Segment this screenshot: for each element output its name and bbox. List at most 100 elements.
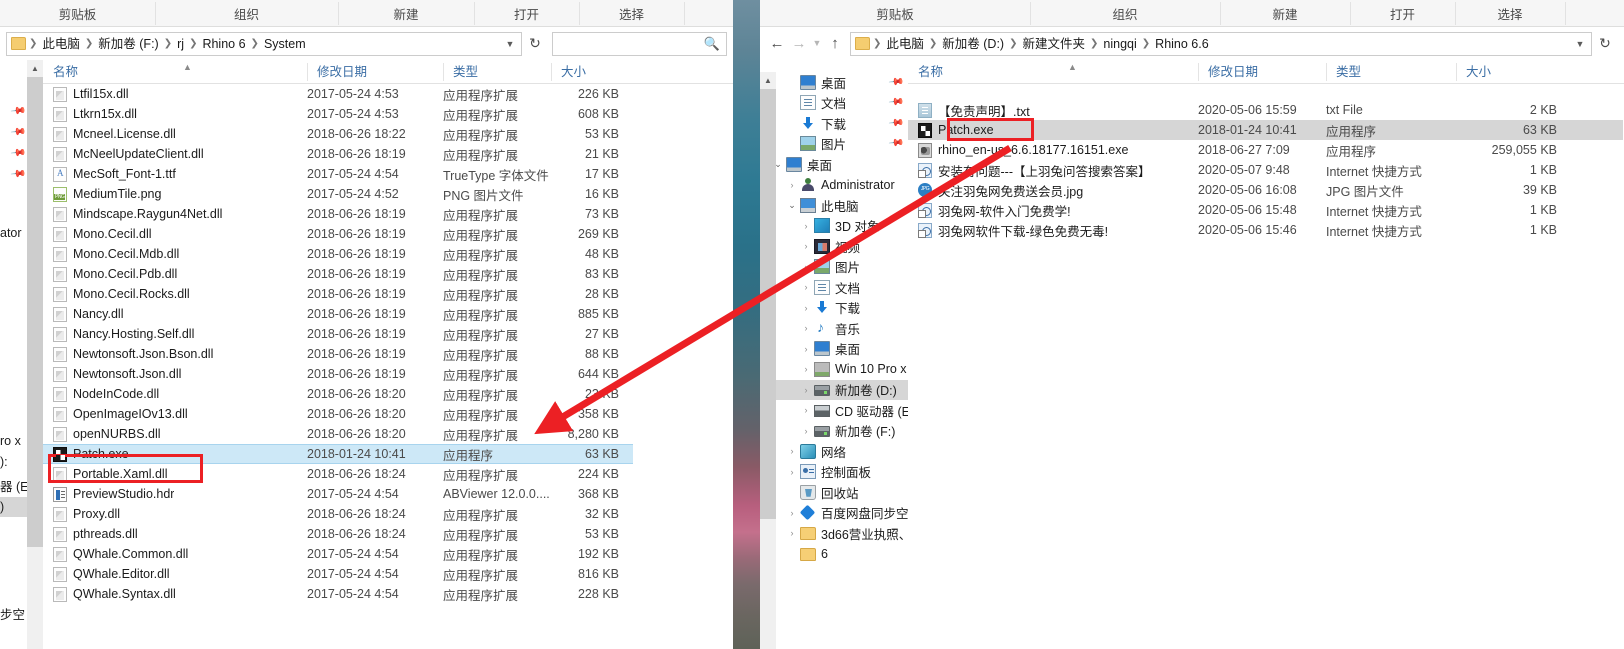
file-name-cell[interactable]: PreviewStudio.hdr bbox=[43, 486, 307, 502]
chevron-right-icon[interactable]: › bbox=[798, 241, 814, 251]
table-row[interactable]: 安装有问题---【上羽兔问答搜索答案】 2020-05-07 9:48 Intern… bbox=[908, 160, 1623, 180]
breadcrumb-item-4[interactable]: System bbox=[260, 34, 310, 54]
table-row[interactable]: Nancy.dll 2018-06-26 18:19 应用程序扩展 885 KB bbox=[43, 304, 633, 324]
pin-icon[interactable]: 📌 bbox=[887, 74, 904, 90]
file-name-cell[interactable]: Patch.exe bbox=[908, 122, 1198, 138]
chevron-right-icon[interactable]: › bbox=[798, 426, 814, 436]
nav-item-新加卷 (F:)[interactable]: › 新加卷 (F:) bbox=[770, 421, 908, 442]
file-name-cell[interactable]: MecSoft_Font-1.ttf bbox=[43, 166, 307, 182]
right-nav-scrollbar[interactable]: ▲ bbox=[760, 72, 776, 649]
file-name-cell[interactable]: Newtonsoft.Json.dll bbox=[43, 366, 307, 382]
chevron-right-icon[interactable]: › bbox=[798, 303, 814, 313]
file-name-cell[interactable]: NodeInCode.dll bbox=[43, 386, 307, 402]
table-row[interactable]: Proxy.dll 2018-06-26 18:24 应用程序扩展 32 KB bbox=[43, 504, 633, 524]
nav-item-下载[interactable]: 下载 📌 bbox=[770, 113, 908, 134]
table-row[interactable]: Patch.exe 2018-01-24 10:41 应用程序 63 KB bbox=[43, 444, 633, 464]
nav-item-下载[interactable]: › 下载 bbox=[770, 298, 908, 319]
nav-item-Win 10 Pro x[interactable]: › Win 10 Pro x bbox=[770, 359, 908, 380]
ribbon-group-clipboard[interactable]: 剪贴板 bbox=[0, 0, 155, 27]
file-name-cell[interactable]: Nancy.dll bbox=[43, 306, 307, 322]
pin-icon[interactable]: 📌 bbox=[10, 166, 27, 182]
chevron-down-icon[interactable]: ▼ bbox=[501, 39, 519, 49]
file-name-cell[interactable]: rhino_en-us_6.6.18177.16151.exe bbox=[908, 142, 1198, 158]
table-row[interactable]: 【免责声明】.txt 2020-05-06 15:59 txt File 2 KB bbox=[908, 100, 1623, 120]
pin-icon[interactable]: 📌 bbox=[10, 103, 27, 119]
breadcrumb-item-2[interactable]: 新建文件夹 bbox=[1019, 34, 1090, 54]
up-button[interactable]: ↑ bbox=[824, 32, 846, 56]
table-row[interactable]: QWhale.Editor.dll 2017-05-24 4:54 应用程序扩展 81… bbox=[43, 564, 633, 584]
chevron-right-icon[interactable]: › bbox=[798, 364, 814, 374]
table-row[interactable]: QWhale.Common.dll 2017-05-24 4:54 应用程序扩展 19… bbox=[43, 544, 633, 564]
chevron-down-icon[interactable]: ▼ bbox=[1571, 39, 1589, 49]
scrollbar-thumb[interactable] bbox=[27, 77, 43, 547]
chevron-right-icon[interactable]: › bbox=[798, 405, 814, 415]
file-name-cell[interactable]: Mono.Cecil.Pdb.dll bbox=[43, 266, 307, 282]
file-name-cell[interactable]: Newtonsoft.Json.Bson.dll bbox=[43, 346, 307, 362]
file-name-cell[interactable]: Patch.exe bbox=[43, 446, 307, 462]
back-button[interactable]: ← bbox=[766, 32, 788, 56]
pin-icon[interactable]: 📌 bbox=[887, 115, 904, 131]
chevron-right-icon[interactable]: › bbox=[798, 221, 814, 231]
table-row[interactable]: openNURBS.dll 2018-06-26 18:20 应用程序扩展 8,280… bbox=[43, 424, 633, 444]
file-name-cell[interactable]: QWhale.Syntax.dll bbox=[43, 586, 307, 602]
file-name-cell[interactable]: QWhale.Common.dll bbox=[43, 546, 307, 562]
table-row[interactable]: NodeInCode.dll 2018-06-26 18:20 应用程序扩展 23 K… bbox=[43, 384, 633, 404]
right-breadcrumb[interactable]: ❯ 此电脑 ❯ 新加卷 (D:) ❯ 新建文件夹 ❯ ningqi ❯ Rhin… bbox=[850, 31, 1592, 56]
file-name-cell[interactable]: Mindscape.Raygun4Net.dll bbox=[43, 206, 307, 222]
nav-item-视频[interactable]: › 视频 bbox=[770, 236, 908, 257]
table-row[interactable]: Mcneel.License.dll 2018-06-26 18:22 应用程序扩展… bbox=[43, 124, 633, 144]
file-name-cell[interactable]: 关注羽兔网免费送会员.jpg bbox=[908, 181, 1198, 200]
nav-item-桌面[interactable]: ⌄ 桌面 bbox=[770, 154, 908, 175]
chevron-right-icon[interactable]: › bbox=[784, 508, 800, 518]
file-name-cell[interactable]: Portable.Xaml.dll bbox=[43, 466, 307, 482]
scroll-up-icon[interactable]: ▲ bbox=[27, 60, 43, 77]
chevron-right-icon[interactable]: › bbox=[784, 528, 800, 538]
file-name-cell[interactable]: Nancy.Hosting.Self.dll bbox=[43, 326, 307, 342]
scrollbar-thumb[interactable] bbox=[760, 89, 776, 519]
ribbon-group-open[interactable]: 打开 bbox=[474, 0, 579, 27]
pin-icon[interactable]: 📌 bbox=[10, 145, 27, 161]
table-row[interactable]: Ltkrn15x.dll 2017-05-24 4:53 应用程序扩展 608 KB bbox=[43, 104, 633, 124]
breadcrumb-item-3[interactable]: ningqi bbox=[1099, 34, 1140, 54]
pin-icon[interactable]: 📌 bbox=[887, 136, 904, 152]
file-name-cell[interactable]: QWhale.Editor.dll bbox=[43, 566, 307, 582]
table-row[interactable]: Mono.Cecil.Rocks.dll 2018-06-26 18:19 应用程序… bbox=[43, 284, 633, 304]
clipped-nav-label[interactable]: 步空 bbox=[0, 604, 25, 623]
file-name-cell[interactable]: Ltfil15x.dll bbox=[43, 86, 307, 102]
nav-item-3D 对象[interactable]: › 3D 对象 bbox=[770, 216, 908, 237]
table-row[interactable]: Ltfil15x.dll 2017-05-24 4:53 应用程序扩展 226 KB bbox=[43, 84, 633, 104]
nav-item-网络[interactable]: › 网络 bbox=[770, 441, 908, 462]
table-row[interactable]: Mono.Cecil.Mdb.dll 2018-06-26 18:19 应用程序扩展… bbox=[43, 244, 633, 264]
table-row[interactable]: MediumTile.png 2017-05-24 4:52 PNG 图片文件 16 … bbox=[43, 184, 633, 204]
table-row[interactable]: 关注羽兔网免费送会员.jpg 2020-05-06 16:08 JPG 图片文件 39… bbox=[908, 180, 1623, 200]
nav-item-文档[interactable]: › 文档 bbox=[770, 277, 908, 298]
nav-item-新加卷 (D:)[interactable]: › 新加卷 (D:) bbox=[770, 379, 908, 400]
ribbon-group-new[interactable]: 新建 bbox=[338, 0, 474, 27]
table-row[interactable]: OpenImageIOv13.dll 2018-06-26 18:20 应用程序扩展… bbox=[43, 404, 633, 424]
column-header-size[interactable]: 大小 bbox=[1456, 60, 1576, 84]
table-row[interactable]: Nancy.Hosting.Self.dll 2018-06-26 18:19 应用… bbox=[43, 324, 633, 344]
file-name-cell[interactable]: OpenImageIOv13.dll bbox=[43, 406, 307, 422]
breadcrumb-item-3[interactable]: Rhino 6 bbox=[198, 34, 249, 54]
table-row[interactable]: Portable.Xaml.dll 2018-06-26 18:24 应用程序扩展 2… bbox=[43, 464, 633, 484]
clipped-nav-label[interactable]: ator bbox=[0, 226, 22, 240]
file-name-cell[interactable]: Mcneel.License.dll bbox=[43, 126, 307, 142]
table-row[interactable]: PreviewStudio.hdr 2017-05-24 4:54 ABViewer… bbox=[43, 484, 633, 504]
ribbon-group-organize[interactable]: 组织 bbox=[1030, 0, 1220, 27]
breadcrumb-item-1[interactable]: 新加卷 (D:) bbox=[938, 34, 1008, 54]
ribbon-group-select[interactable]: 选择 bbox=[579, 0, 684, 27]
chevron-right-icon[interactable]: › bbox=[798, 262, 814, 272]
refresh-button[interactable]: ↻ bbox=[1592, 35, 1618, 52]
file-name-cell[interactable]: Mono.Cecil.Rocks.dll bbox=[43, 286, 307, 302]
ribbon-group-open[interactable]: 打开 bbox=[1350, 0, 1455, 27]
table-row[interactable]: 羽兔网-软件入门免费学! 2020-05-06 15:48 Internet 快捷方… bbox=[908, 200, 1623, 220]
column-header-type[interactable]: 类型 bbox=[443, 60, 551, 84]
nav-item-回收站[interactable]: 回收站 bbox=[770, 482, 908, 503]
column-header-date[interactable]: 修改日期 bbox=[307, 60, 443, 84]
chevron-down-icon[interactable]: ⌄ bbox=[784, 200, 800, 211]
clipped-nav-label[interactable]: ro x bbox=[0, 434, 21, 448]
file-name-cell[interactable]: Mono.Cecil.Mdb.dll bbox=[43, 246, 307, 262]
nav-item-控制面板[interactable]: › 控制面板 bbox=[770, 462, 908, 483]
breadcrumb-item-4[interactable]: Rhino 6.6 bbox=[1151, 34, 1213, 54]
breadcrumb-item-2[interactable]: rj bbox=[173, 34, 188, 54]
